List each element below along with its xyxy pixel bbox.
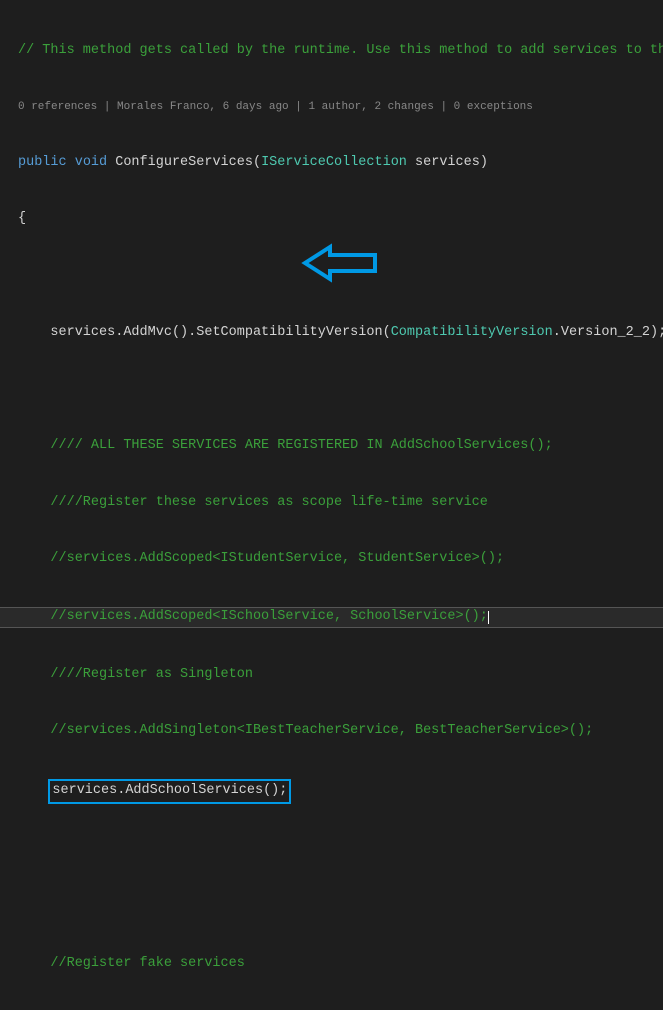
highlight-box: services.AddSchoolServices(); bbox=[48, 779, 291, 804]
current-line: //services.AddScoped<ISchoolService, Sch… bbox=[0, 607, 663, 628]
comment-line: //// ALL THESE SERVICES ARE REGISTERED I… bbox=[0, 437, 663, 456]
addschool-line: services.AddSchoolServices(); bbox=[0, 779, 663, 804]
comment-line: // This method gets called by the runtim… bbox=[0, 42, 663, 61]
comment-line: ////Register these services as scope lif… bbox=[0, 494, 663, 513]
comment-line: //Register fake services bbox=[0, 955, 663, 974]
mvc-line: services.AddMvc().SetCompatibilityVersio… bbox=[0, 324, 663, 343]
codelens-line[interactable]: 0 references | Morales Franco, 6 days ag… bbox=[0, 100, 663, 115]
brace-open: { bbox=[0, 210, 663, 229]
comment-line: //services.AddScoped<IStudentService, St… bbox=[0, 550, 663, 569]
cursor-icon bbox=[488, 611, 489, 625]
comment-line: //services.AddSingleton<IBestTeacherServ… bbox=[0, 722, 663, 741]
comment-line: ////Register as Singleton bbox=[0, 666, 663, 685]
code-editor[interactable]: // This method gets called by the runtim… bbox=[0, 0, 663, 1010]
method-signature: public void ConfigureServices(IServiceCo… bbox=[0, 154, 663, 173]
